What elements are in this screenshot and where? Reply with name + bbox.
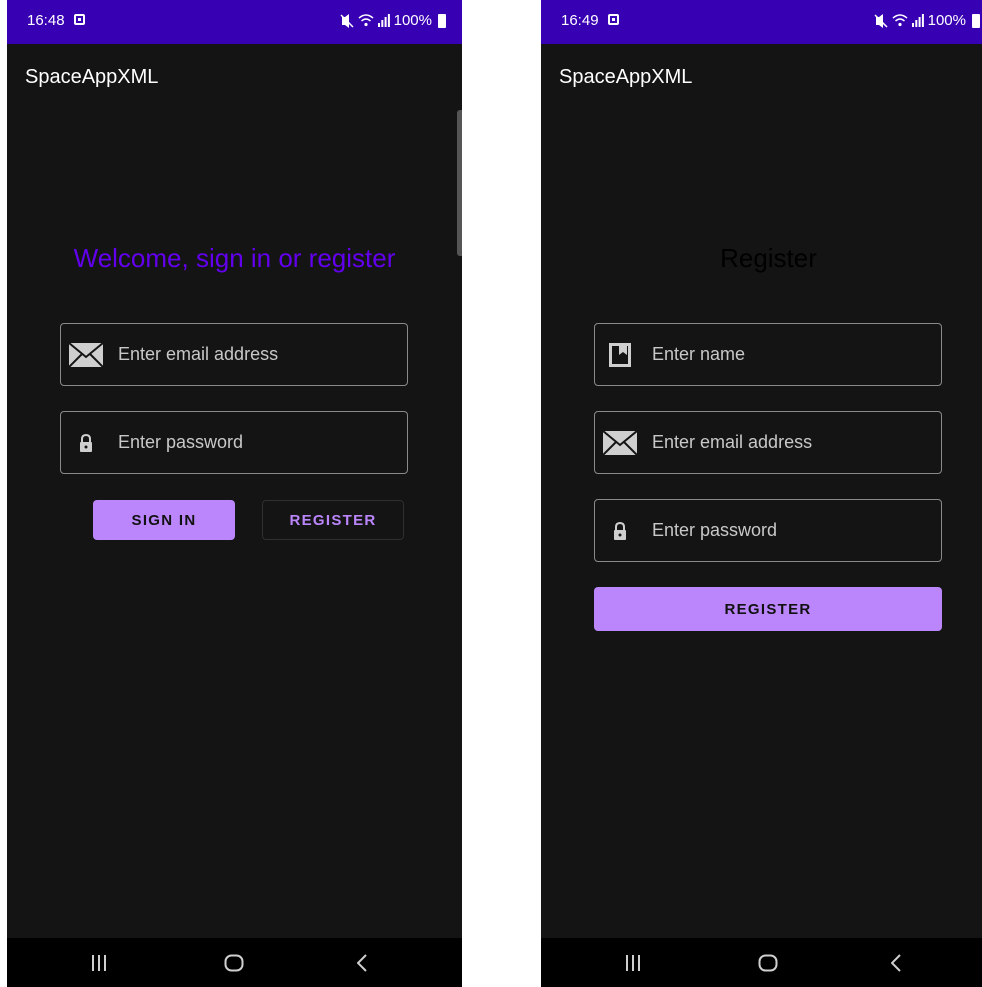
register-submit-button[interactable]: REGISTER bbox=[594, 587, 942, 631]
register-heading: Register bbox=[720, 243, 817, 273]
email-field[interactable]: Enter email address bbox=[594, 411, 942, 474]
notification-icon bbox=[74, 14, 85, 25]
email-field[interactable]: Enter email address bbox=[60, 323, 408, 386]
home-icon[interactable] bbox=[219, 950, 249, 976]
envelope-icon bbox=[603, 430, 637, 456]
back-icon[interactable] bbox=[881, 950, 911, 976]
notification-icon bbox=[608, 14, 619, 25]
lock-icon bbox=[603, 518, 637, 544]
battery-icon bbox=[438, 13, 446, 28]
back-icon[interactable] bbox=[347, 950, 377, 976]
recents-icon[interactable] bbox=[84, 950, 114, 976]
status-bar: 16:48 100% bbox=[7, 0, 462, 44]
wifi-icon bbox=[358, 14, 374, 27]
lock-icon bbox=[69, 430, 103, 456]
status-indicators: 100% bbox=[874, 12, 980, 29]
email-input[interactable]: Enter email address bbox=[652, 432, 812, 453]
battery-icon bbox=[972, 13, 980, 28]
name-field[interactable]: Enter name bbox=[594, 323, 942, 386]
recents-icon[interactable] bbox=[618, 950, 648, 976]
name-input[interactable]: Enter name bbox=[652, 344, 745, 365]
register-screen: 16:49 100% SpaceAppXML Register Enter na… bbox=[541, 0, 982, 987]
battery-percent: 100% bbox=[927, 12, 966, 29]
mute-icon bbox=[340, 13, 354, 28]
contact-card-icon bbox=[603, 342, 637, 368]
status-indicators: 100% bbox=[340, 12, 446, 29]
register-button[interactable]: REGISTER bbox=[262, 500, 404, 540]
signal-icon bbox=[377, 14, 390, 27]
password-input[interactable]: Enter password bbox=[118, 432, 243, 453]
password-field[interactable]: Enter password bbox=[594, 499, 942, 562]
navigation-bar bbox=[7, 938, 462, 987]
mute-icon bbox=[874, 13, 888, 28]
status-time: 16:48 bbox=[27, 12, 65, 29]
signal-icon bbox=[911, 14, 924, 27]
password-field[interactable]: Enter password bbox=[60, 411, 408, 474]
battery-percent: 100% bbox=[393, 12, 432, 29]
wifi-icon bbox=[892, 14, 908, 27]
sign-in-button[interactable]: SIGN IN bbox=[93, 500, 235, 540]
home-icon[interactable] bbox=[753, 950, 783, 976]
sign-in-screen: 16:48 100% SpaceAppXML Welcome, sign in … bbox=[7, 0, 462, 987]
app-title: SpaceAppXML bbox=[25, 66, 159, 88]
status-bar: 16:49 100% bbox=[541, 0, 982, 44]
scrollbar[interactable] bbox=[457, 110, 462, 256]
app-title: SpaceAppXML bbox=[559, 66, 693, 88]
password-input[interactable]: Enter password bbox=[652, 520, 777, 541]
envelope-icon bbox=[69, 342, 103, 368]
navigation-bar bbox=[541, 938, 982, 987]
email-input[interactable]: Enter email address bbox=[118, 344, 278, 365]
welcome-heading: Welcome, sign in or register bbox=[73, 243, 396, 273]
status-time: 16:49 bbox=[561, 12, 599, 29]
